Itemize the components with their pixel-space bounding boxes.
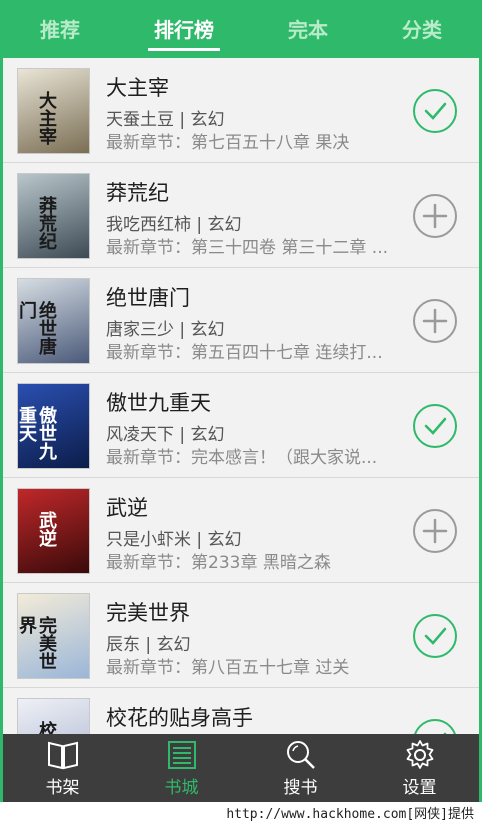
top-tab-bar: 推荐 排行榜 完本 分类 [3, 0, 479, 58]
bottom-nav: 书架 书城 搜书 设置 [3, 734, 479, 802]
tab-ranking[interactable]: 排行榜 [148, 8, 220, 51]
cover-title: 校花 [22, 721, 57, 734]
book-row[interactable]: 完美世界 完美世界 辰东 | 玄幻 最新章节：第八百五十七章 过关 [3, 583, 479, 688]
nav-bookshelf-label: 书架 [45, 777, 80, 798]
book-title: 大主宰 [106, 76, 169, 100]
add-to-shelf-button[interactable] [413, 509, 457, 553]
book-cover[interactable]: 校花 [17, 698, 90, 734]
book-author-genre: 风凌天下 | 玄幻 [106, 425, 225, 445]
plus-icon [422, 308, 448, 334]
book-latest-chapter: 最新章节：第八百五十七章 过关 [106, 658, 350, 678]
book-title: 莽荒纪 [106, 181, 169, 205]
book-title: 完美世界 [106, 601, 190, 625]
cover-title: 完美世界 [17, 616, 57, 670]
book-latest-chapter: 最新章节：第233章 黑暗之森 [106, 553, 331, 573]
tab-completed[interactable]: 完本 [282, 8, 334, 51]
book-cover[interactable]: 武逆 [17, 488, 90, 574]
book-cover[interactable]: 大主宰 [17, 68, 90, 154]
gear-icon [406, 739, 433, 769]
book-author-genre: 天蚕土豆 | 玄幻 [106, 110, 225, 130]
added-to-shelf-button[interactable] [413, 89, 457, 133]
book-latest-chapter: 最新章节：第七百五十八章 果决 [106, 133, 350, 153]
cover-title: 绝世唐门 [17, 301, 57, 355]
watermark: http://www.hackhome.com[网侠]提供 [226, 807, 474, 822]
nav-bookstore[interactable]: 书城 [122, 734, 241, 802]
book-list[interactable]: 大主宰 大主宰 天蚕土豆 | 玄幻 最新章节：第七百五十八章 果决 莽荒纪 莽荒纪 我吃西红… [3, 58, 479, 734]
book-author-genre: 唐家三少 | 玄幻 [106, 320, 225, 340]
book-cover[interactable]: 莽荒纪 [17, 173, 90, 259]
cover-title: 傲世九重天 [17, 406, 57, 460]
book-latest-chapter: 最新章节：第五百四十七章 连续打... [106, 343, 383, 363]
add-to-shelf-button[interactable] [413, 299, 457, 343]
nav-bookshelf[interactable]: 书架 [3, 734, 122, 802]
nav-bookstore-label: 书城 [164, 777, 199, 798]
nav-search[interactable]: 搜书 [241, 734, 360, 802]
book-author-genre: 只是小虾米 | 玄幻 [106, 530, 242, 550]
check-icon [424, 102, 447, 120]
nav-search-label: 搜书 [283, 777, 318, 798]
book-row[interactable]: 傲世九重天 傲世九重天 风凌天下 | 玄幻 最新章节：完本感言！（跟大家说... [3, 373, 479, 478]
check-icon [443, 732, 447, 734]
tab-categories[interactable]: 分类 [396, 8, 448, 51]
book-cover[interactable]: 绝世唐门 [17, 278, 90, 364]
book-row[interactable]: 武逆 武逆 只是小虾米 | 玄幻 最新章节：第233章 黑暗之森 [3, 478, 479, 583]
book-row[interactable]: 校花 校花的贴身高手 [3, 688, 479, 734]
book-title: 绝世唐门 [106, 286, 190, 310]
bookstore-icon [167, 740, 196, 769]
search-icon [286, 740, 315, 769]
book-latest-chapter: 最新章节：完本感言！（跟大家说... [106, 448, 378, 468]
check-icon [424, 417, 447, 435]
book-cover[interactable]: 傲世九重天 [17, 383, 90, 469]
book-author-genre: 辰东 | 玄幻 [106, 635, 191, 655]
cover-title: 莽荒纪 [36, 196, 57, 250]
added-to-shelf-button[interactable] [413, 719, 457, 734]
nav-settings[interactable]: 设置 [360, 734, 479, 802]
book-row[interactable]: 绝世唐门 绝世唐门 唐家三少 | 玄幻 最新章节：第五百四十七章 连续打... [3, 268, 479, 373]
nav-settings-label: 设置 [402, 777, 437, 798]
app-frame: 推荐 排行榜 完本 分类 大主宰 大主宰 天蚕土豆 | 玄幻 最新章节：第七百五十八章… [0, 0, 482, 802]
book-title: 傲世九重天 [106, 391, 211, 415]
added-to-shelf-button[interactable] [413, 614, 457, 658]
book-latest-chapter: 最新章节：第三十四卷 第三十二章 ... [106, 238, 389, 258]
added-to-shelf-button[interactable] [413, 404, 457, 448]
add-to-shelf-button[interactable] [413, 194, 457, 238]
book-author-genre: 我吃西红柿 | 玄幻 [106, 215, 242, 235]
plus-icon [422, 518, 448, 544]
cover-title: 大主宰 [36, 91, 57, 145]
book-row[interactable]: 莽荒纪 莽荒纪 我吃西红柿 | 玄幻 最新章节：第三十四卷 第三十二章 ... [3, 163, 479, 268]
book-title: 校花的贴身高手 [106, 706, 253, 730]
tab-recommend[interactable]: 推荐 [34, 8, 86, 51]
book-icon [47, 741, 78, 769]
cover-title: 武逆 [36, 511, 57, 547]
book-title: 武逆 [106, 496, 148, 520]
book-row[interactable]: 大主宰 大主宰 天蚕土豆 | 玄幻 最新章节：第七百五十八章 果决 [3, 58, 479, 163]
plus-icon [422, 203, 448, 229]
book-cover[interactable]: 完美世界 [17, 593, 90, 679]
check-icon [424, 627, 447, 645]
